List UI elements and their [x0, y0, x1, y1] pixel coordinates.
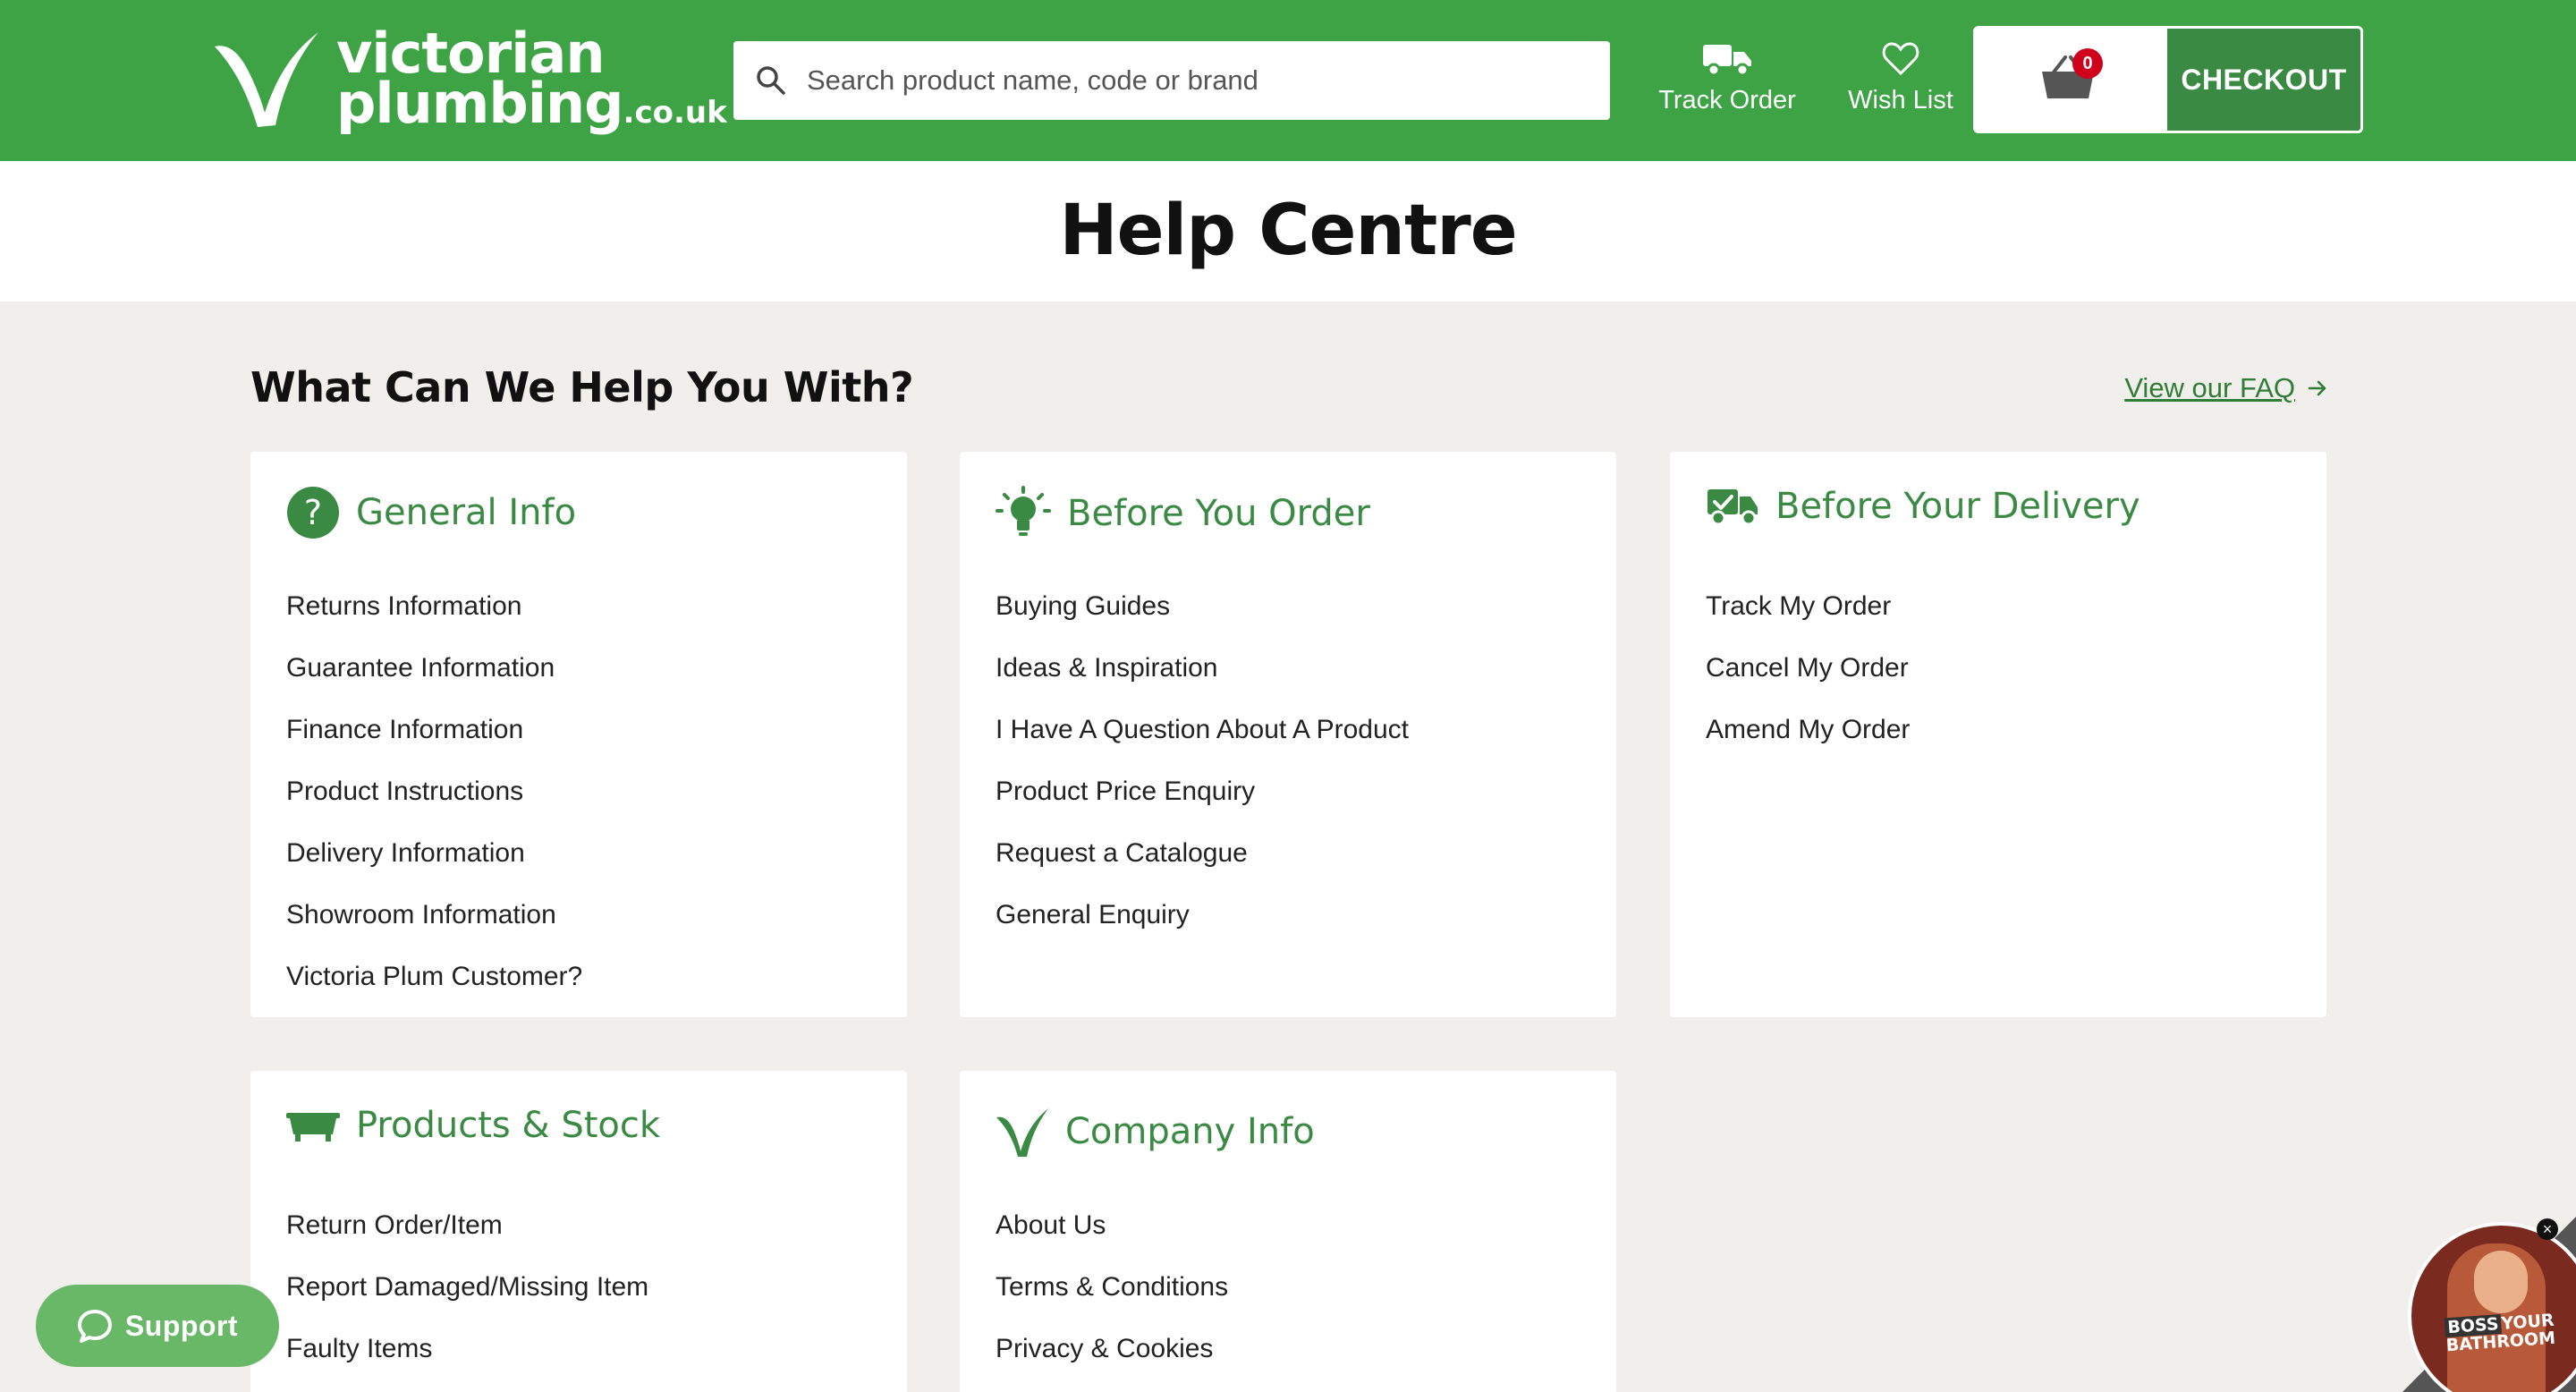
chat-bubble-icon: [77, 1310, 112, 1343]
section-heading: What Can We Help You With?: [250, 363, 914, 412]
help-link-track-my-order[interactable]: Track My Order: [1706, 575, 1910, 637]
help-link-product-price-enquiry[interactable]: Product Price Enquiry: [996, 760, 1409, 822]
view-faq-link[interactable]: View our FAQ: [2124, 372, 2327, 404]
checkout-button[interactable]: CHECKOUT: [2167, 29, 2360, 131]
title-band: Help Centre: [0, 161, 2576, 301]
support-label: Support: [124, 1309, 239, 1342]
help-link-report-damaged-missing[interactable]: Report Damaged/Missing Item: [286, 1256, 648, 1318]
delivery-truck-check-icon: [1707, 489, 1758, 526]
search-icon[interactable]: [753, 63, 789, 98]
card-title: Before You Order: [1067, 493, 1370, 534]
help-card-before-your-delivery: Before Your Delivery Track My Order Canc…: [1670, 452, 2326, 1017]
help-link-general-enquiry[interactable]: General Enquiry: [996, 884, 1409, 946]
card-header: Before You Order: [996, 486, 1370, 541]
basket-count-badge: 0: [2072, 48, 2103, 79]
card-header: Company Info: [996, 1105, 1315, 1159]
support-chat-button[interactable]: Support: [36, 1285, 279, 1367]
track-order-label: Track Order: [1658, 86, 1796, 115]
video-promo-bubble[interactable]: BOSSYOUR BATHROOM ×: [2402, 1217, 2576, 1392]
help-link-amend-my-order[interactable]: Amend My Order: [1706, 699, 1910, 760]
vp-tick-icon: [996, 1108, 1048, 1157]
help-link-product-question[interactable]: I Have A Question About A Product: [996, 699, 1409, 760]
help-link-terms-conditions[interactable]: Terms & Conditions: [996, 1256, 1228, 1318]
help-link-privacy-cookies[interactable]: Privacy & Cookies: [996, 1318, 1228, 1379]
help-link-guarantee-information[interactable]: Guarantee Information: [286, 637, 582, 699]
view-faq-label: View our FAQ: [2124, 372, 2295, 403]
close-icon[interactable]: ×: [2537, 1218, 2558, 1240]
help-link-faulty-items[interactable]: Faulty Items: [286, 1318, 648, 1379]
card-title: Before Your Delivery: [1775, 486, 2140, 527]
question-circle-icon: ?: [287, 487, 339, 539]
site-header: victorian plumbing.co.uk Track Order Wis…: [0, 0, 2576, 161]
video-caption: BOSSYOUR BATHROOM: [2444, 1310, 2556, 1356]
help-link-victoria-plum-customer[interactable]: Victoria Plum Customer?: [286, 946, 582, 1007]
help-link-product-instructions[interactable]: Product Instructions: [286, 760, 582, 822]
help-card-general-info: ? General Info Returns Information Guara…: [250, 452, 907, 1017]
card-header: Products & Stock: [286, 1105, 660, 1146]
logo-text-line2: plumbing.co.uk: [336, 71, 727, 136]
help-link-request-catalogue[interactable]: Request a Catalogue: [996, 822, 1409, 884]
card-title: General Info: [356, 492, 577, 533]
card-title: Products & Stock: [356, 1105, 661, 1146]
lightbulb-icon: [996, 486, 1051, 536]
basket-area: 0 CHECKOUT: [1973, 26, 2363, 133]
arrow-right-icon: [2308, 380, 2326, 396]
help-link-finance-information[interactable]: Finance Information: [286, 699, 582, 760]
search-input[interactable]: [807, 45, 1610, 116]
track-order-link[interactable]: Track Order: [1651, 41, 1803, 115]
help-card-before-you-order: Before You Order Buying Guides Ideas & I…: [960, 452, 1616, 1017]
help-link-buying-guides[interactable]: Buying Guides: [996, 575, 1409, 637]
wish-list-link[interactable]: Wish List: [1843, 41, 1959, 115]
card-header: ? General Info: [286, 486, 576, 539]
help-link-cancel-my-order[interactable]: Cancel My Order: [1706, 637, 1910, 699]
delivery-truck-icon: [1703, 45, 1751, 77]
heart-icon: [1882, 42, 1919, 76]
card-title: Company Info: [1065, 1111, 1315, 1152]
help-link-returns-information[interactable]: Returns Information: [286, 575, 582, 637]
bathtub-icon: [286, 1113, 340, 1142]
page-title: Help Centre: [1059, 191, 1517, 271]
help-card-products-stock: Products & Stock Return Order/Item Repor…: [250, 1071, 907, 1392]
presenter-face: [2474, 1251, 2528, 1313]
wish-list-label: Wish List: [1848, 86, 1953, 115]
help-link-return-order-item[interactable]: Return Order/Item: [286, 1194, 648, 1256]
help-card-company-info: Company Info About Us Terms & Conditions…: [960, 1071, 1616, 1392]
logo-tick-icon: [215, 32, 318, 127]
card-header: Before Your Delivery: [1706, 486, 2140, 527]
help-link-about-us[interactable]: About Us: [996, 1194, 1228, 1256]
svg-text:?: ?: [304, 493, 322, 532]
help-link-showroom-information[interactable]: Showroom Information: [286, 884, 582, 946]
help-link-delivery-information[interactable]: Delivery Information: [286, 822, 582, 884]
help-link-ideas-inspiration[interactable]: Ideas & Inspiration: [996, 637, 1409, 699]
search-bar: [733, 41, 1610, 120]
site-logo[interactable]: victorian plumbing.co.uk: [213, 21, 727, 138]
